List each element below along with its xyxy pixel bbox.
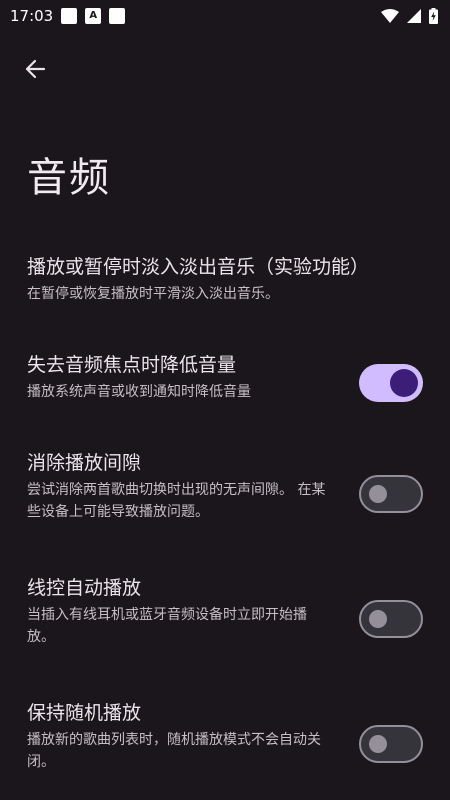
setting-summary: 尝试消除两首歌曲切换时出现的无声间隙。 在某些设备上可能导致播放问题。 <box>27 482 326 520</box>
settings-list: 播放或暂停时淡入淡出音乐（实验功能） 在暂停或恢复播放时平滑淡入淡出音乐。 失去… <box>0 0 450 800</box>
toggle-thumb <box>369 610 387 628</box>
setting-text: 消除播放间隙 尝试消除两首歌曲切换时出现的无声间隙。 在某些设备上可能导致播放问… <box>27 450 327 523</box>
setting-fade-music[interactable]: 播放或暂停时淡入淡出音乐（实验功能） 在暂停或恢复播放时平滑淡入淡出音乐。 <box>0 254 450 305</box>
duck-volume-toggle[interactable] <box>359 364 423 402</box>
toggle-thumb <box>369 485 387 503</box>
setting-text: 失去音频焦点时降低音量 播放系统声音或收到通知时降低音量 <box>27 352 327 403</box>
setting-title: 失去音频焦点时降低音量 <box>27 354 237 376</box>
setting-title: 播放或暂停时淡入淡出音乐（实验功能） <box>27 256 370 278</box>
setting-summary: 当插入有线耳机或蓝牙音频设备时立即开始播放。 <box>27 607 307 645</box>
setting-title: 线控自动播放 <box>27 577 142 599</box>
setting-summary: 播放新的歌曲列表时，随机播放模式不会自动关闭。 <box>27 732 321 770</box>
setting-text: 保持随机播放 播放新的歌曲列表时，随机播放模式不会自动关闭。 <box>27 700 327 773</box>
headset-autoplay-toggle[interactable] <box>359 600 423 638</box>
keep-shuffle-toggle[interactable] <box>359 725 423 763</box>
gapless-playback-toggle[interactable] <box>359 475 423 513</box>
toggle-thumb <box>369 735 387 753</box>
setting-summary: 在暂停或恢复播放时平滑淡入淡出音乐。 <box>27 286 279 302</box>
setting-title: 保持随机播放 <box>27 702 142 724</box>
setting-summary: 播放系统声音或收到通知时降低音量 <box>27 384 251 400</box>
setting-text: 播放或暂停时淡入淡出音乐（实验功能） 在暂停或恢复播放时平滑淡入淡出音乐。 <box>27 254 423 305</box>
setting-text: 线控自动播放 当插入有线耳机或蓝牙音频设备时立即开始播放。 <box>27 575 327 648</box>
toggle-thumb <box>390 369 418 397</box>
setting-title: 消除播放间隙 <box>27 452 142 474</box>
